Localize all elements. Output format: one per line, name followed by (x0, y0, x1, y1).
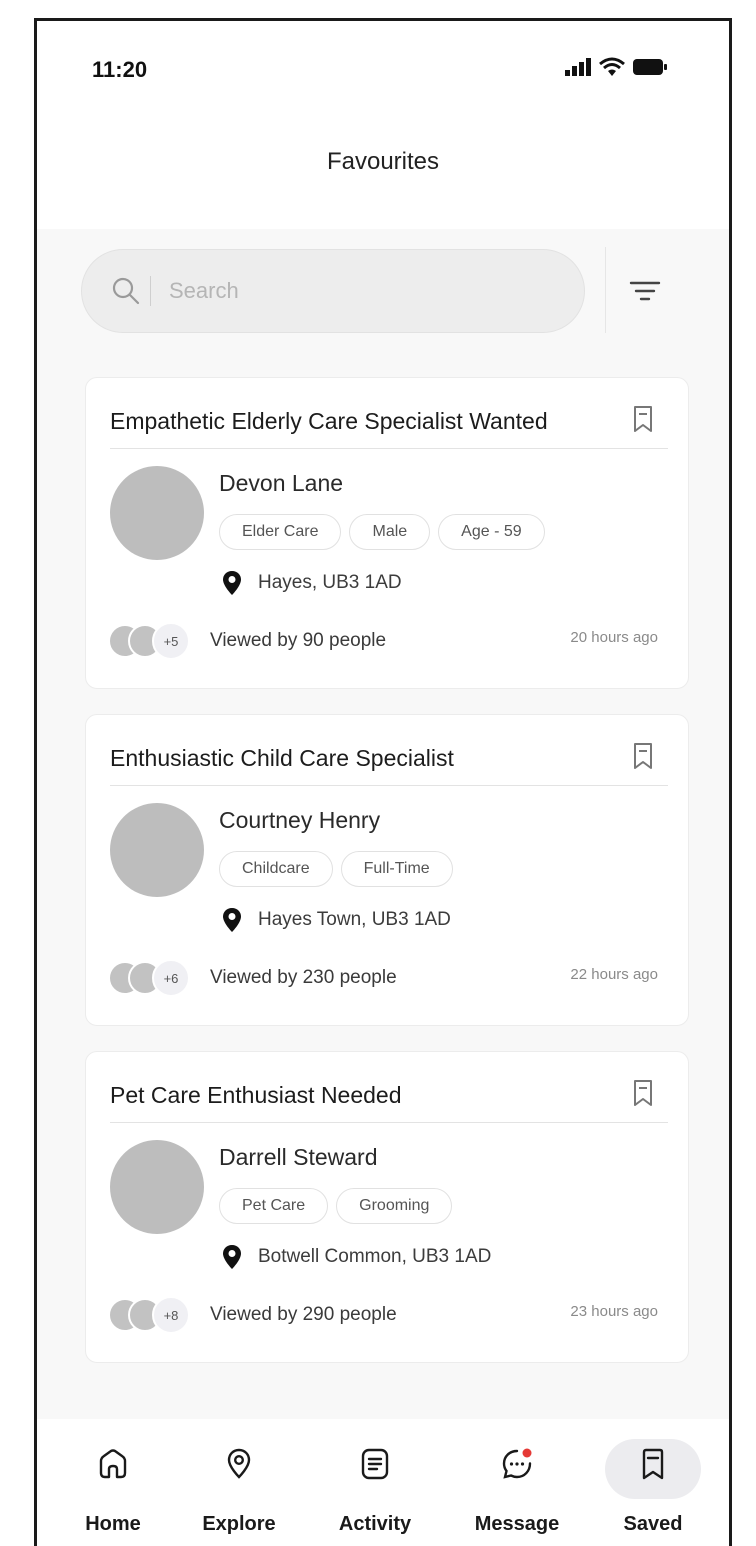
search-bar[interactable] (81, 249, 585, 333)
tag-list: Childcare Full-Time (219, 851, 453, 887)
viewed-count: Viewed by 230 people (210, 967, 397, 988)
location-pin-icon (223, 1245, 241, 1269)
avatar (110, 803, 204, 897)
nav-message[interactable]: Message (457, 1439, 577, 1546)
bookmark-icon[interactable] (632, 404, 654, 434)
person-name: Darrell Steward (219, 1144, 378, 1170)
location-icon (227, 1448, 251, 1479)
battery-icon (633, 59, 667, 75)
tag: Male (349, 514, 431, 550)
search-input[interactable] (167, 277, 471, 305)
viewers: +8 Viewed by 290 people (108, 1296, 397, 1334)
bookmark-icon[interactable] (632, 741, 654, 771)
tag-list: Elder Care Male Age - 59 (219, 514, 545, 550)
person-name: Courtney Henry (219, 807, 381, 833)
card-divider (110, 448, 668, 449)
filter-icon[interactable] (629, 277, 661, 305)
search-icon (112, 277, 140, 305)
bookmark-icon (642, 1448, 664, 1480)
home-icon (99, 1449, 127, 1479)
bottom-nav: Home Explore Activity Message Saved (37, 1419, 729, 1546)
nav-label: Message (474, 1513, 560, 1535)
card-divider (110, 785, 668, 786)
page-title: Favourites (326, 148, 440, 175)
status-time: 11:20 (92, 57, 148, 82)
location: Hayes Town, UB3 1AD (222, 907, 451, 933)
extra-viewers-badge: +8 (152, 1296, 190, 1334)
nav-saved[interactable]: Saved (593, 1439, 713, 1546)
nav-label: Home (85, 1513, 141, 1535)
job-card[interactable]: Empathetic Elderly Care Specialist Wante… (85, 377, 689, 689)
location-pin-icon (223, 571, 241, 595)
tag: Elder Care (219, 514, 342, 550)
viewed-count: Viewed by 290 people (210, 1304, 397, 1325)
location-text: Hayes, UB3 1AD (258, 572, 402, 593)
timestamp: 22 hours ago (570, 966, 658, 983)
nav-label: Explore (202, 1513, 276, 1535)
avatar (110, 1140, 204, 1234)
tag-list: Pet Care Grooming (219, 1188, 453, 1224)
extra-viewers-badge: +5 (152, 622, 190, 660)
activity-icon (361, 1448, 389, 1480)
job-title: Empathetic Elderly Care Specialist Wante… (110, 408, 548, 434)
tag: Childcare (219, 851, 333, 887)
job-card[interactable]: Enthusiastic Child Care Specialist Court… (85, 714, 689, 1026)
signal-icon (565, 58, 591, 76)
bookmark-icon[interactable] (632, 1078, 654, 1108)
status-icons (565, 57, 667, 77)
avatar (110, 466, 204, 560)
location: Botwell Common, UB3 1AD (222, 1244, 491, 1270)
wifi-icon (599, 57, 625, 76)
nav-label: Activity (338, 1513, 412, 1535)
search-filter-divider (605, 247, 606, 333)
location-pin-icon (223, 908, 241, 932)
timestamp: 20 hours ago (570, 629, 658, 646)
nav-activity[interactable]: Activity (315, 1439, 435, 1546)
tag: Pet Care (219, 1188, 329, 1224)
message-icon (502, 1448, 532, 1479)
tag: Grooming (336, 1188, 453, 1224)
search-divider (150, 276, 151, 306)
extra-viewers-badge: +6 (152, 959, 190, 997)
job-title: Pet Care Enthusiast Needed (110, 1082, 402, 1108)
nav-label: Saved (623, 1513, 683, 1535)
job-card[interactable]: Pet Care Enthusiast Needed Darrell Stewa… (85, 1051, 689, 1363)
location: Hayes, UB3 1AD (222, 570, 402, 596)
nav-home[interactable]: Home (53, 1439, 173, 1546)
viewed-count: Viewed by 90 people (210, 630, 387, 651)
top-bar: 11:20 Favourites (37, 21, 729, 229)
timestamp: 23 hours ago (570, 1303, 658, 1320)
person-name: Devon Lane (219, 470, 344, 496)
nav-explore[interactable]: Explore (179, 1439, 299, 1546)
phone-frame: 11:20 Favourites Search Empathetic Elder… (34, 18, 732, 1546)
card-divider (110, 1122, 668, 1123)
tag: Age - 59 (438, 514, 545, 550)
location-text: Botwell Common, UB3 1AD (258, 1246, 492, 1267)
location-text: Hayes Town, UB3 1AD (258, 909, 451, 930)
tag: Full-Time (340, 851, 453, 887)
viewers: +5 Viewed by 90 people (108, 622, 386, 660)
job-title: Enthusiastic Child Care Specialist (110, 745, 454, 771)
viewers: +6 Viewed by 230 people (108, 959, 397, 997)
